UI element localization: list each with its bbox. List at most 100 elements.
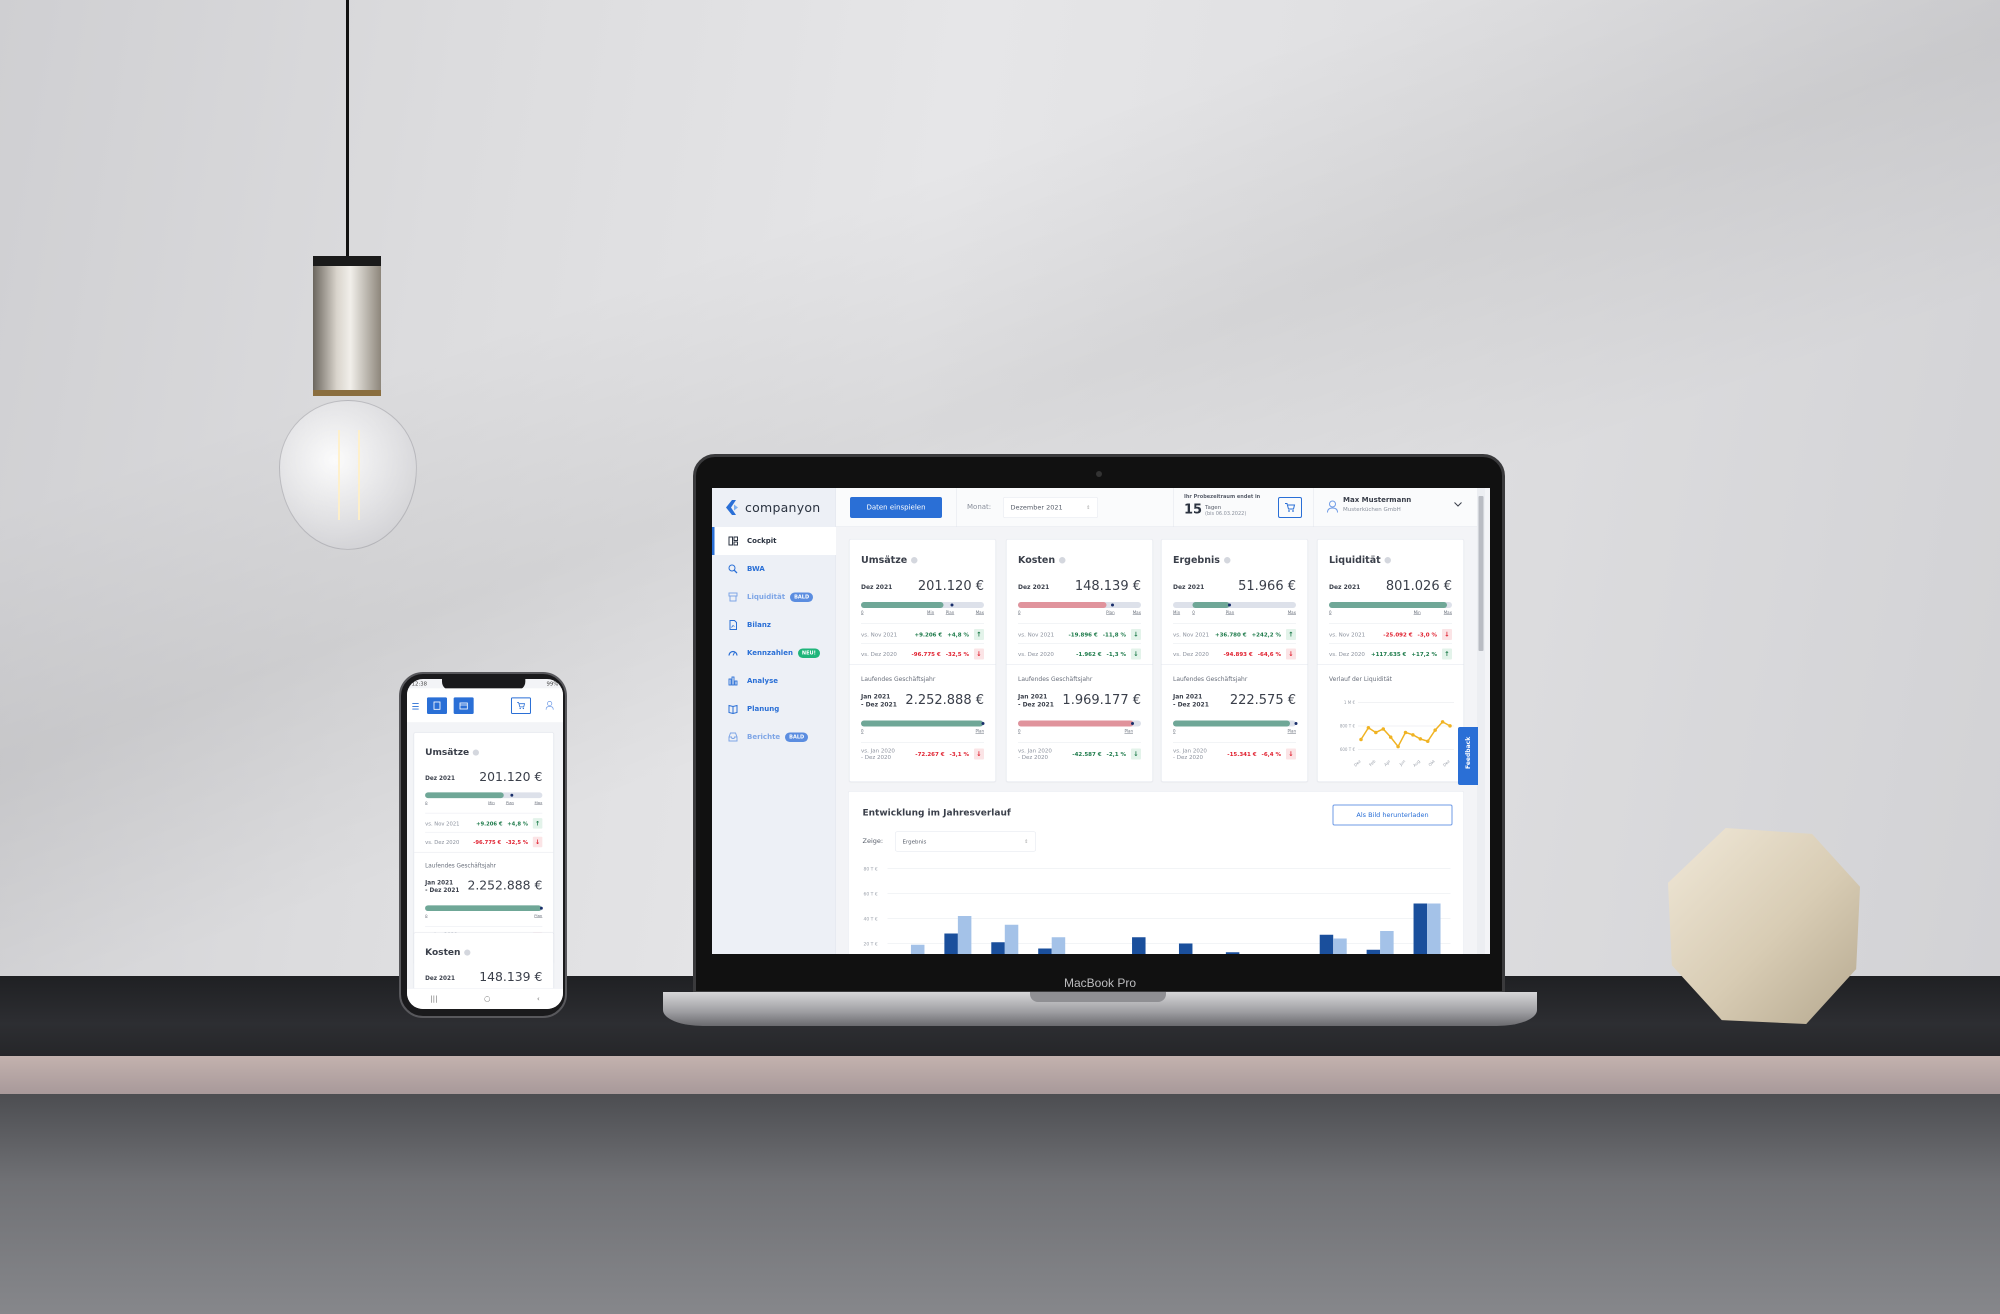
comparison-label: vs. Jan 2020- Dez 2020	[861, 748, 910, 761]
kpi-value: 1.969.177 €	[1062, 692, 1141, 708]
scale-label: Max	[1132, 610, 1141, 616]
sidebar-item-bilanz[interactable]: Bilanz	[712, 611, 836, 639]
card-title-text: Liquidität	[1329, 554, 1381, 566]
arrow-down-icon: ↓	[1442, 629, 1452, 640]
arrow-up-icon: ↑	[1286, 629, 1296, 640]
logo-icon	[726, 500, 738, 515]
arrow-up-icon: ↑	[1442, 648, 1452, 660]
info-icon[interactable]	[464, 949, 471, 956]
comparison-row: vs. Nov 2021 +9.206 € +4,8 % ↑	[425, 817, 543, 829]
comparison-percent: -2,1 %	[1106, 750, 1126, 758]
scale-label: 0	[1173, 729, 1176, 734]
lamp-socket	[313, 256, 381, 396]
divider	[1018, 623, 1141, 624]
scale-label: 0	[1192, 610, 1195, 616]
user-name[interactable]: Max Mustermann	[1343, 496, 1411, 504]
period-line: - Dez 2021	[861, 701, 897, 708]
feedback-tab[interactable]: Feedback	[1458, 727, 1478, 785]
home-icon[interactable]: ○	[484, 995, 490, 1003]
card-title: Ergebnis	[1173, 555, 1231, 566]
user-icon[interactable]	[545, 700, 554, 710]
x-tick-label: Okt	[1427, 758, 1436, 767]
comparison-row: vs. Dez 2020 +117.635 € +17,2 % ↑	[1329, 648, 1452, 661]
cart-icon	[517, 702, 526, 710]
menu-icon[interactable]: ☰	[412, 702, 420, 712]
laptop-camera	[1096, 471, 1102, 477]
period: Dez 2021	[1173, 583, 1205, 591]
period: Dez 2021	[1329, 583, 1361, 591]
laptop-screen: companyon Cockpit BWA Liquidität BALD Bi…	[712, 488, 1490, 954]
info-icon[interactable]	[1059, 556, 1066, 564]
section-heading: Laufendes Geschäftsjahr	[1173, 675, 1248, 683]
y-tick-label: 600 T €	[1340, 747, 1356, 752]
info-icon[interactable]	[1384, 556, 1392, 564]
month-label: Monat:	[967, 503, 992, 511]
comparison-label-line: - Dez 2020	[861, 754, 891, 761]
info-icon[interactable]	[472, 749, 480, 756]
bulb-filament	[338, 430, 360, 520]
import-data-button[interactable]: Daten einspielen	[850, 497, 942, 518]
scale-label: Plan	[534, 913, 543, 918]
sidebar-item-planung[interactable]: Planung	[712, 695, 836, 723]
scale-label: 0	[861, 610, 864, 616]
card-title: Kosten	[425, 947, 471, 958]
feedback-label: Feedback	[1464, 736, 1472, 769]
kpi-value: 2.252.888 €	[467, 878, 543, 893]
y-tick-label: 60 T €	[864, 892, 878, 898]
sidebar-item-kennzahlen[interactable]: Kennzahlen NEU!	[712, 639, 836, 667]
data-point	[1440, 720, 1445, 724]
progress-fill	[425, 792, 504, 799]
bar	[1333, 938, 1347, 954]
trial-text: Ihr Probezeitraum endet in	[1184, 494, 1261, 500]
logo[interactable]: companyon	[725, 495, 820, 520]
sidebar-item-liquidität[interactable]: Liquidität BALD	[712, 583, 836, 611]
comparison-row: vs. Dez 2020 -96.775 € -32,5 % ↓	[425, 836, 543, 848]
comparison-row: vs. Dez 2020 -94.893 € -64,6 % ↓	[1173, 648, 1296, 661]
data-point	[1396, 744, 1400, 749]
section-heading: Laufendes Geschäftsjahr	[425, 862, 496, 870]
scale-label: Plan	[975, 729, 984, 734]
comparison-label: vs. Dez 2020	[1329, 650, 1365, 658]
document-chart-icon	[729, 620, 737, 630]
recent-apps-icon[interactable]: |||	[430, 995, 437, 1003]
scrollbar-thumb[interactable]	[1478, 496, 1484, 651]
info-icon[interactable]	[1223, 556, 1231, 564]
arrow-down-icon: ↓	[1131, 648, 1141, 660]
progress-fill	[1173, 720, 1290, 727]
phone-import-button[interactable]	[426, 697, 447, 714]
progress-fill	[1018, 720, 1134, 727]
kpi-card-umsätze: Umsätze Dez 2021 201.120 € 0 Min Plan Max v…	[413, 732, 554, 964]
month-select[interactable]: Dezember 2021 ⇕	[1003, 497, 1098, 518]
sidebar-item-bwa[interactable]: BWA	[712, 555, 836, 583]
x-tick-label: Dez	[1353, 759, 1362, 768]
x-tick-label: Feb	[1368, 758, 1377, 767]
data-point	[1448, 724, 1452, 728]
sidebar-item-label: BWA	[747, 565, 765, 573]
y-tick-label: 40 T €	[864, 917, 878, 923]
back-icon[interactable]: ‹	[537, 995, 540, 1003]
floor	[0, 1094, 2000, 1314]
trial-info: Ihr Probezeitraum endet in 15 Tagen (bis…	[1184, 494, 1261, 517]
chevron-down-icon[interactable]	[1454, 502, 1462, 507]
lamp-cord	[346, 0, 349, 258]
phone-cart-button[interactable]	[510, 697, 531, 714]
phone-calendar-button[interactable]	[453, 697, 474, 714]
user-icon[interactable]	[1327, 500, 1338, 513]
progress-bar: 0 Min Plan Max	[425, 792, 543, 805]
sidebar-item-cockpit[interactable]: Cockpit	[712, 527, 836, 555]
comparison-row: vs. Nov 2021 -19.896 € -11,8 % ↓	[1018, 628, 1141, 641]
sidebar-item-berichte[interactable]: Berichte BALD	[712, 723, 836, 751]
bar	[910, 944, 925, 954]
data-point	[1359, 737, 1363, 742]
info-icon[interactable]	[911, 556, 918, 564]
divider	[1173, 488, 1174, 527]
sidebar-item-analyse[interactable]: Analyse	[712, 667, 836, 695]
scale-label: 0	[1018, 729, 1021, 734]
comparison-row: vs. Nov 2021 -25.092 € -3,0 % ↓	[1329, 628, 1452, 641]
cart-button[interactable]	[1278, 497, 1302, 518]
data-point	[1411, 733, 1415, 737]
section-heading: Laufendes Geschäftsjahr	[861, 675, 936, 683]
section-divider	[1006, 664, 1153, 665]
scale-label: 0	[861, 729, 864, 734]
period-line: Jan 2021	[1018, 693, 1048, 700]
